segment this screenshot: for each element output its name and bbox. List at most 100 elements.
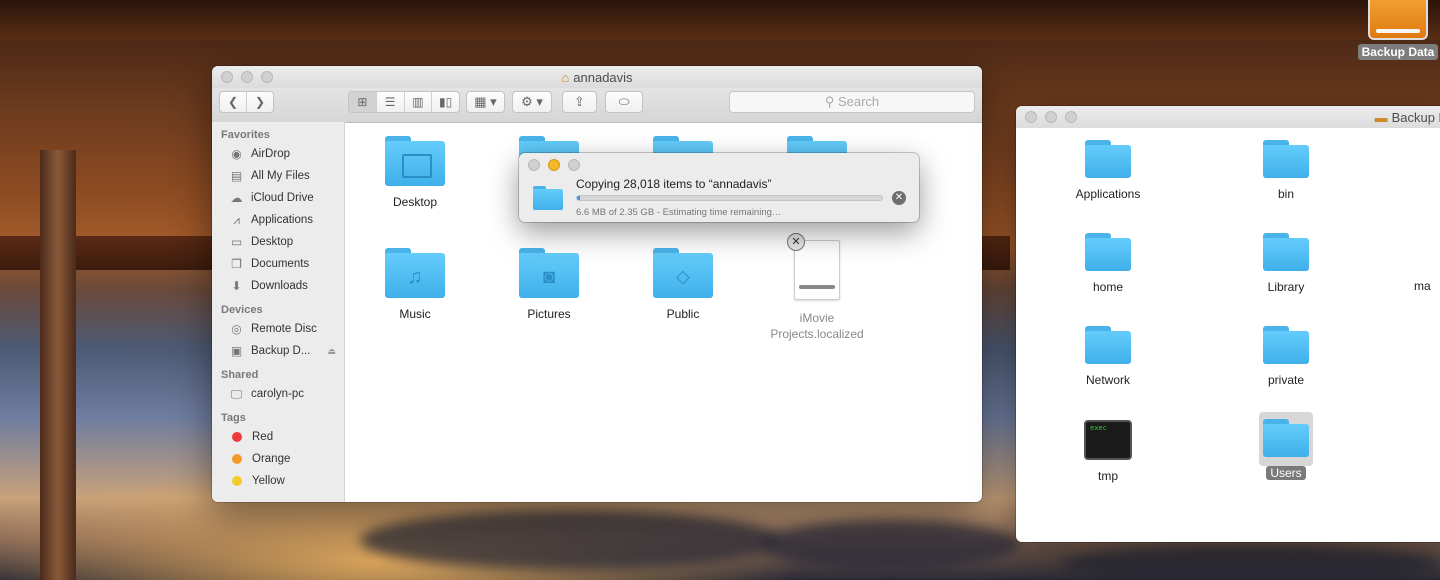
folder-bin[interactable]: bin [1226, 140, 1346, 202]
documents-icon: ❐ [231, 257, 242, 271]
sidebar-item-airdrop[interactable]: ◉ AirDrop [212, 143, 344, 165]
icon-view-button[interactable]: ⊞ [349, 92, 377, 112]
minimize-button[interactable] [1045, 111, 1057, 123]
stop-copy-button[interactable]: ✕ [892, 191, 906, 205]
folder-home[interactable]: home [1048, 233, 1168, 295]
pillar [40, 150, 76, 580]
drive-icon: ▣ [230, 344, 243, 358]
sidebar-section-header: Devices [221, 304, 263, 316]
sidebar-item-backup-data[interactable]: ▣ Backup D... ⏏ [212, 340, 344, 362]
cancel-copy-badge-icon[interactable]: ✕ [787, 233, 805, 251]
item-label-line2: Projects.localized [770, 327, 864, 341]
folder-users[interactable]: Users [1226, 419, 1346, 481]
arrange-button[interactable]: ▦ ▾ [466, 91, 505, 113]
camera-icon: ◙ [542, 266, 556, 288]
sidebar-item-label: iCloud Drive [251, 192, 314, 204]
item-label: tmp [1097, 469, 1118, 483]
sidebar-item-carolyn-pc[interactable]: 🖵 carolyn-pc [212, 383, 344, 405]
folder-icon [1263, 419, 1309, 457]
sidebar-item-label: Remote Disc [251, 323, 317, 335]
folder-icon [1085, 140, 1131, 178]
minimize-button[interactable] [548, 159, 560, 171]
sidebar-section-header: Shared [221, 369, 259, 381]
search-input[interactable]: ⚲ Search [729, 91, 975, 113]
column-view-button[interactable]: ▥ [405, 92, 433, 112]
forward-button[interactable]: ❯ [247, 92, 273, 112]
copy-progress-dialog: Copying 28,018 items to “annadavis” 6.6 … [519, 153, 919, 222]
folder-public[interactable]: ⬦ Public [623, 248, 743, 322]
title-bar[interactable]: ⌂ annadavis [212, 66, 982, 88]
folder-icon [1263, 140, 1309, 178]
share-button[interactable]: ⇪ [562, 91, 597, 113]
item-label: Pictures [527, 307, 571, 321]
folder-network[interactable]: Network [1048, 326, 1168, 388]
desktop-drive[interactable]: Backup Data [1356, 0, 1440, 60]
window-title: ▬Backup Data [1375, 110, 1440, 125]
nav-buttons: ❮ ❯ [219, 91, 274, 113]
folder-desktop[interactable]: Desktop [355, 136, 475, 210]
item-label: private [1267, 373, 1305, 387]
sidebar-item-documents[interactable]: ❐ Documents [212, 253, 344, 275]
item-tmp[interactable]: exec tmp [1048, 413, 1168, 484]
window-title-text: annadavis [573, 70, 633, 85]
sidebar-item-all-my-files[interactable]: ▤ All My Files [212, 165, 344, 187]
sidebar-section-header: Tags [221, 412, 246, 424]
home-icon: ⌂ [561, 70, 570, 85]
item-ma-partial[interactable]: ma [1414, 279, 1440, 293]
search-icon: ⚲ [824, 94, 838, 109]
folder-icon [1085, 326, 1131, 364]
folder-library[interactable]: Library [1226, 233, 1346, 295]
downloads-icon: ⬇ [231, 279, 242, 293]
sidebar-tag-orange[interactable]: Orange [212, 448, 344, 470]
cover-flow-button[interactable]: ▮▯ [432, 92, 459, 112]
copy-status-detail: 6.6 MB of 2.35 GB - Estimating time rema… [576, 207, 782, 218]
item-label: Users [1266, 466, 1306, 480]
cloud [360, 510, 780, 570]
close-button[interactable] [528, 159, 540, 171]
back-button[interactable]: ❮ [220, 92, 247, 112]
folder-private[interactable]: private [1226, 326, 1346, 388]
folder-icon [533, 186, 563, 210]
item-label: Public [666, 307, 700, 321]
action-gear-button[interactable]: ⚙ ▾ [512, 91, 552, 113]
item-label: home [1092, 280, 1124, 294]
folder-icon [1263, 326, 1309, 364]
folder-icon: ♫ [385, 248, 445, 298]
sidebar-item-desktop[interactable]: ▭ Desktop [212, 231, 344, 253]
sidebar-item-label: AirDrop [251, 148, 290, 160]
title-bar[interactable]: ▬Backup Data [1016, 106, 1440, 128]
sidebar-item-applications[interactable]: ⩘ Applications [212, 209, 344, 231]
tags-button[interactable]: ⬭ [605, 91, 643, 113]
list-view-button[interactable]: ☰ [377, 92, 405, 112]
view-mode-control: ⊞ ☰ ▥ ▮▯ [348, 91, 460, 113]
sidebar-item-remote-disc[interactable]: ◎ Remote Disc [212, 318, 344, 340]
file-grid: Applications bin home Library ma Network… [1016, 128, 1440, 542]
sidebar-item-label: Backup D... [251, 345, 311, 357]
sidebar: Favorites ◉ AirDrop ▤ All My Files ☁ iCloud… [212, 122, 345, 502]
cloud-icon: ☁ [230, 191, 243, 205]
sidebar-item-icloud-drive[interactable]: ☁ iCloud Drive [212, 187, 344, 209]
eject-icon[interactable]: ⏏ [327, 346, 336, 357]
sidebar-item-label: Orange [252, 453, 291, 465]
file-imovie-projects[interactable]: iMovie Projects.localized [757, 240, 877, 342]
item-label: Desktop [392, 195, 438, 209]
desktop-icon: ▭ [230, 235, 243, 249]
music-note-icon: ♫ [407, 266, 423, 288]
close-button[interactable] [1025, 111, 1037, 123]
zoom-button[interactable] [568, 159, 580, 171]
red-tag-dot [232, 432, 242, 442]
cloud [1060, 545, 1440, 580]
folder-pictures[interactable]: ◙ Pictures [489, 248, 609, 322]
public-sign-icon: ⬦ [676, 266, 690, 288]
zoom-button[interactable] [1065, 111, 1077, 123]
window-title-text: Backup Data [1391, 110, 1440, 125]
sidebar-item-downloads[interactable]: ⬇ Downloads [212, 275, 344, 297]
folder-icon [385, 136, 445, 186]
item-label-line1: iMovie [799, 311, 835, 325]
item-label: bin [1277, 187, 1294, 201]
sidebar-tag-yellow[interactable]: Yellow [212, 470, 344, 492]
folder-music[interactable]: ♫ Music [355, 248, 475, 322]
terminal-icon-text: exec [1090, 424, 1107, 432]
sidebar-tag-red[interactable]: Red [212, 426, 344, 448]
folder-applications[interactable]: Applications [1048, 140, 1168, 202]
